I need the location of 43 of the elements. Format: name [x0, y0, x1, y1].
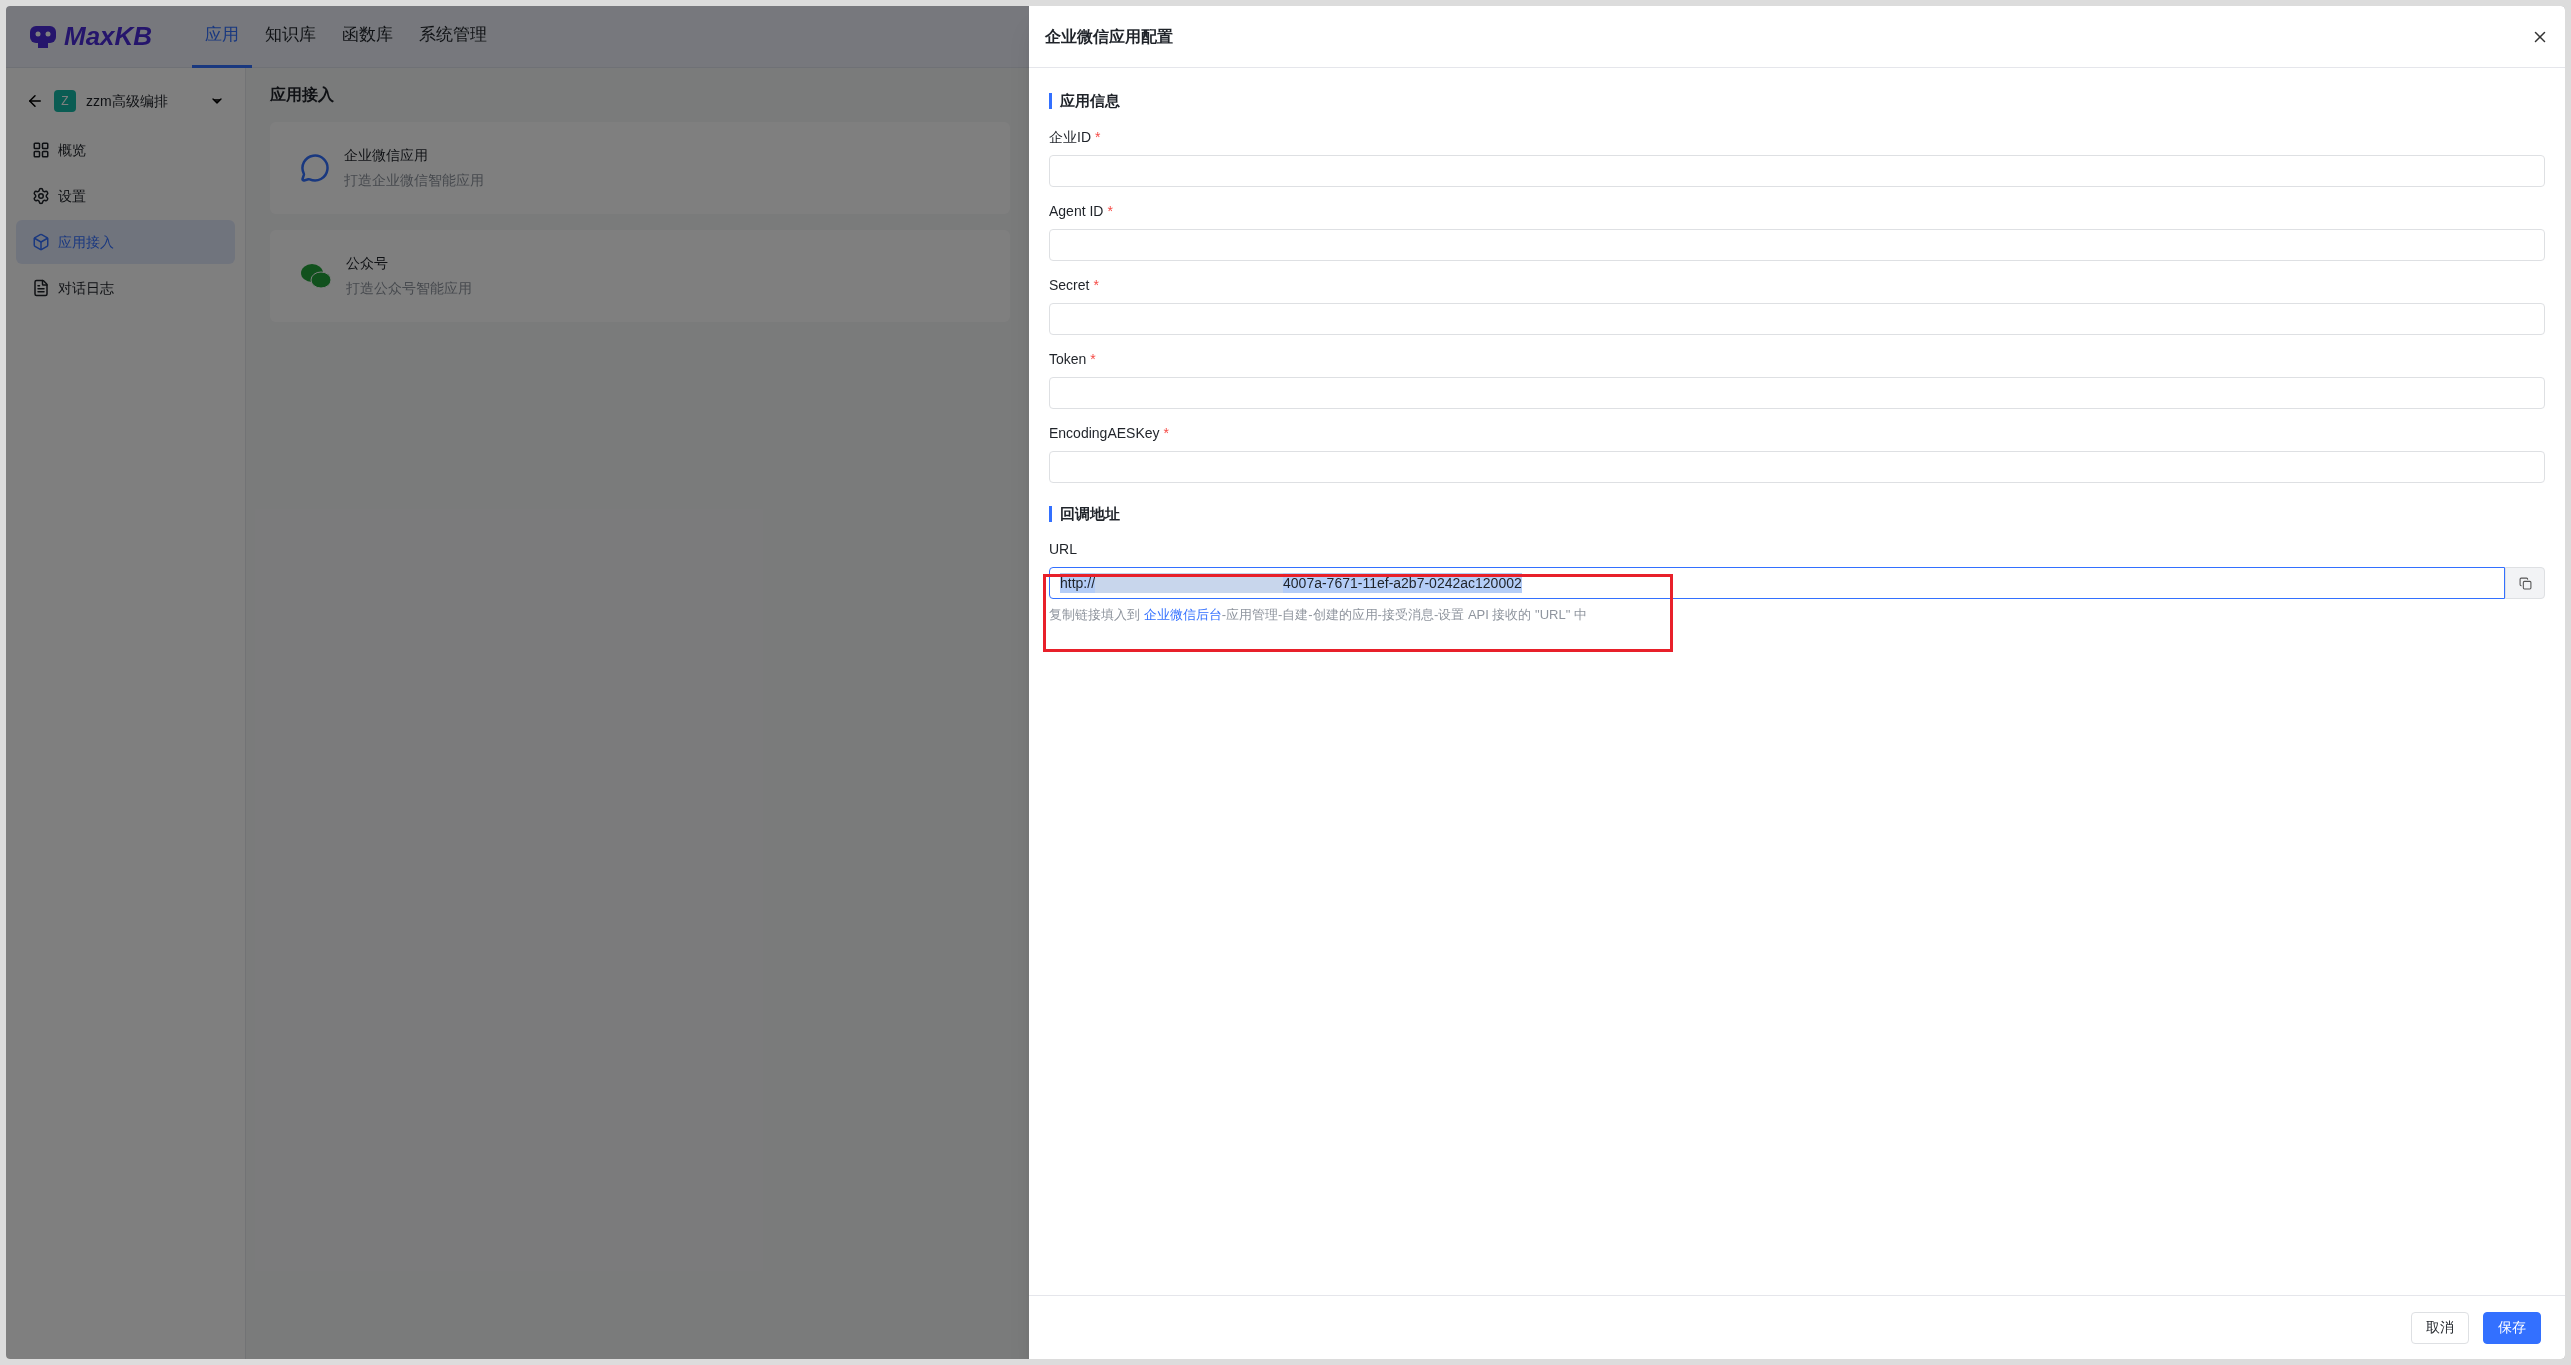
app-name: zzm高级编排 — [86, 91, 169, 111]
grid-icon — [32, 141, 50, 159]
field-label: URL — [1049, 540, 1078, 559]
section-marker — [1049, 505, 1052, 522]
cancel-button[interactable]: 取消 — [2411, 1311, 2469, 1344]
robot-logo-icon — [28, 23, 58, 50]
page-title: 应用接入 — [270, 85, 334, 105]
section-marker — [1049, 93, 1052, 110]
field-label: Token — [1049, 350, 1087, 369]
sidebar-item[interactable]: 设置 — [16, 174, 235, 218]
required-mark: * — [1163, 424, 1169, 443]
sidebar-item[interactable]: 应用接入 — [16, 220, 235, 264]
field-label: EncodingAESKey — [1049, 424, 1160, 443]
field-label: Secret — [1049, 276, 1090, 295]
field-label: Agent ID — [1049, 202, 1104, 221]
sidebar-item[interactable]: 对话日志 — [16, 266, 235, 310]
chat-bubble-icon — [300, 153, 330, 183]
required-mark: * — [1095, 128, 1101, 147]
field-label: 企业ID — [1049, 128, 1091, 147]
card-title: 公众号 — [346, 254, 389, 273]
copy-icon — [2518, 576, 2532, 590]
nav-tab[interactable]: 函数库 — [329, 6, 407, 68]
settings-icon — [32, 187, 50, 205]
drawer-title: 企业微信应用配置 — [1045, 26, 1173, 47]
required-mark: * — [1093, 276, 1099, 295]
url-input[interactable]: http:// 4007a-7671-11ef-a2b7-0242ac120002 — [1049, 567, 2505, 599]
required-mark: * — [1090, 350, 1096, 369]
admin-link[interactable]: 企业微信后台 — [1143, 607, 1222, 622]
sidebar-item[interactable]: 概览 — [16, 128, 235, 172]
app-avatar: Z — [54, 90, 76, 112]
card-title: 企业微信应用 — [344, 146, 429, 165]
copy-button[interactable] — [2505, 567, 2545, 599]
save-button[interactable]: 保存 — [2483, 1311, 2541, 1344]
help-text: 复制链接填入到 企业微信后台-应用管理-自建-创建的应用-接受消息-设置 API 接收的 "URL" 中 — [1049, 606, 1588, 624]
cube-icon — [32, 233, 50, 251]
document-icon — [32, 279, 50, 297]
required-mark: * — [1107, 202, 1113, 221]
section-title: 应用信息 — [1060, 91, 1120, 111]
section-title: 回调地址 — [1060, 503, 1120, 524]
nav-tab[interactable]: 知识库 — [252, 6, 330, 68]
chat-bubbles-icon — [300, 262, 332, 290]
logo-text: MaxKB — [64, 20, 153, 53]
nav-tab[interactable]: 系统管理 — [406, 6, 501, 68]
